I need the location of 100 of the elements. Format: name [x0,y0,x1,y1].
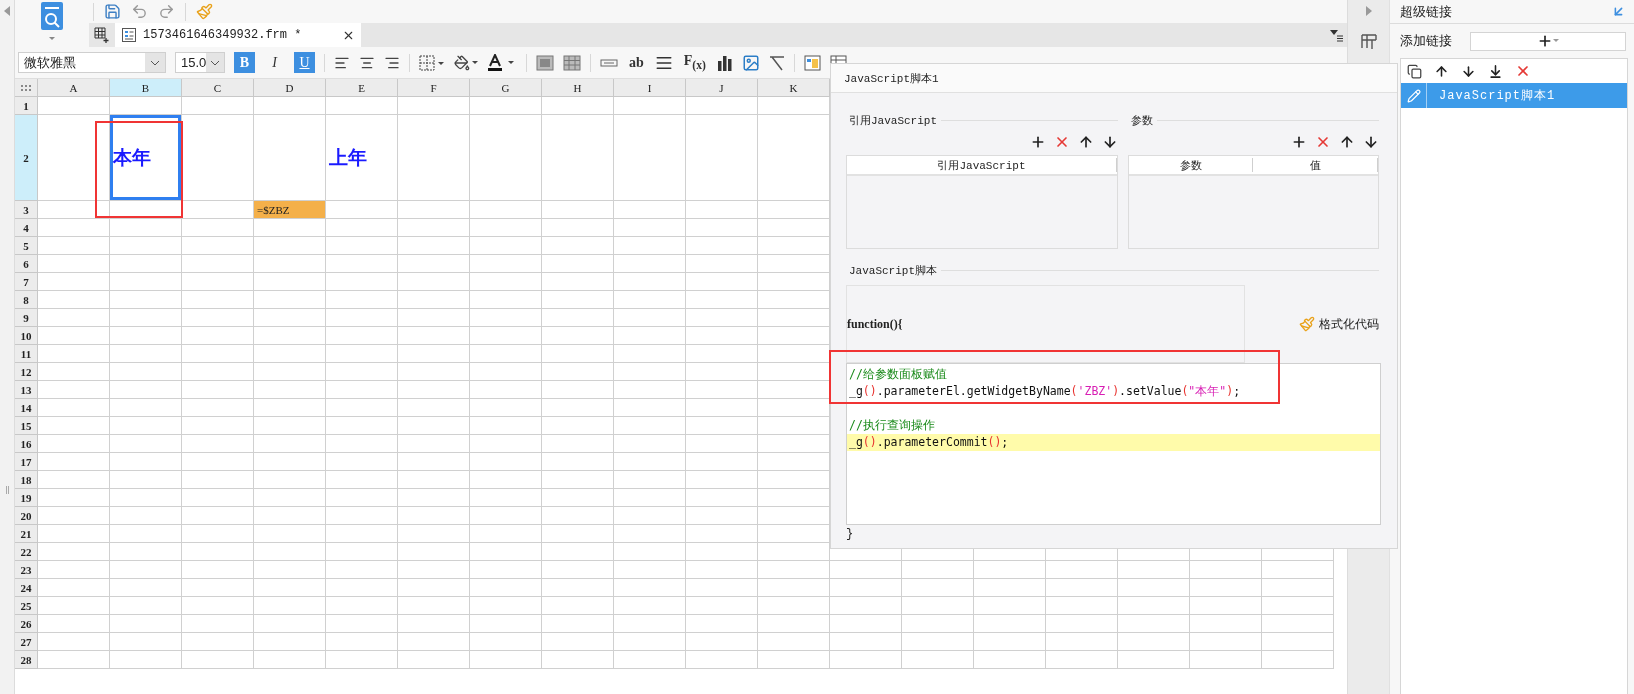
sheet-cell[interactable] [254,507,326,525]
sheet-cell[interactable] [398,309,470,327]
sheet-cell[interactable] [542,453,614,471]
sheet-cell[interactable] [902,561,974,579]
sheet-cell[interactable] [614,471,686,489]
sheet-cell[interactable] [38,363,110,381]
sheet-cell[interactable] [542,255,614,273]
sheet-cell[interactable] [254,417,326,435]
sheet-cell[interactable] [110,219,182,237]
sheet-cell[interactable] [470,327,542,345]
move-to-bottom-icon[interactable] [1488,63,1503,79]
sheet-cell[interactable] [974,615,1046,633]
sheet-cell[interactable] [758,345,830,363]
sheet-cell[interactable] [326,579,398,597]
sheet-cell[interactable] [1118,597,1190,615]
sheet-cell[interactable] [542,345,614,363]
sheet-cell[interactable] [182,435,254,453]
sheet-cell[interactable] [182,507,254,525]
sheet-cell[interactable] [470,525,542,543]
sheet-cell[interactable] [326,597,398,615]
sheet-cell[interactable] [110,507,182,525]
sheet-cell[interactable] [182,453,254,471]
bar-chart-icon[interactable] [716,54,733,71]
column-header[interactable]: C [182,79,254,97]
sheet-cell[interactable] [830,579,902,597]
sheet-cell[interactable] [686,97,758,115]
sheet-cell[interactable] [398,381,470,399]
sheet-cell[interactable] [1118,561,1190,579]
sheet-cell[interactable] [254,651,326,669]
sheet-cell[interactable] [38,309,110,327]
sheet-cell[interactable] [542,219,614,237]
sheet-cell[interactable] [686,543,758,561]
sheet-cell[interactable] [398,633,470,651]
sheet-cell[interactable] [398,435,470,453]
column-header[interactable]: K [758,79,830,97]
sheet-cell[interactable] [470,615,542,633]
sheet-cell[interactable] [542,579,614,597]
sheet-cell[interactable] [326,417,398,435]
sheet-cell[interactable] [686,525,758,543]
sheet-cell[interactable] [38,453,110,471]
sheet-cell[interactable] [38,579,110,597]
sheet-cell[interactable] [542,273,614,291]
sheet-cell[interactable] [542,291,614,309]
sheet-cell[interactable] [614,363,686,381]
sheet-cell[interactable] [38,255,110,273]
sheet-cell[interactable] [254,345,326,363]
sheet-cell[interactable] [1118,633,1190,651]
sheet-cell[interactable] [182,273,254,291]
sheet-cell[interactable] [110,597,182,615]
sheet-cell[interactable] [38,633,110,651]
column-header[interactable]: B [110,79,182,97]
sheet-cell[interactable] [470,309,542,327]
row-header[interactable]: 19 [15,489,38,507]
sheet-cell[interactable] [614,399,686,417]
sheet-cell[interactable] [110,291,182,309]
sheet-cell[interactable] [686,633,758,651]
sheet-cell[interactable] [470,561,542,579]
sheet-cell[interactable] [38,237,110,255]
sheet-cell[interactable] [1118,615,1190,633]
sheet-cell[interactable] [470,633,542,651]
sheet-cell[interactable] [542,507,614,525]
sheet-cell[interactable] [686,507,758,525]
sheet-cell[interactable] [470,579,542,597]
font-size-select[interactable]: 15.0 [175,52,225,73]
move-up-icon[interactable] [1434,63,1449,79]
sheet-cell[interactable] [614,327,686,345]
sheet-cell[interactable] [686,345,758,363]
sheet-cell[interactable] [1190,651,1262,669]
sheet-cell[interactable] [254,471,326,489]
sheet-cell[interactable] [830,615,902,633]
sheet-cell[interactable] [398,363,470,381]
row-header[interactable]: 9 [15,309,38,327]
sheet-cell[interactable] [110,435,182,453]
sheet-cell[interactable] [398,237,470,255]
row-header[interactable]: 24 [15,579,38,597]
sheet-cell[interactable] [326,399,398,417]
sheet-cell[interactable] [686,615,758,633]
sheet-cell[interactable] [398,291,470,309]
sheet-cell[interactable] [542,597,614,615]
sheet-cell[interactable] [470,237,542,255]
undo-icon[interactable] [131,3,148,20]
sheet-cell[interactable] [1118,579,1190,597]
sheet-cell[interactable] [686,309,758,327]
sheet-cell[interactable] [1262,597,1334,615]
sheet-cell[interactable] [254,327,326,345]
move-down-icon[interactable] [1461,63,1476,79]
sheet-cell[interactable] [614,453,686,471]
sheet-cell[interactable] [470,399,542,417]
sheet-cell[interactable] [1190,561,1262,579]
sheet-cell[interactable] [254,453,326,471]
sheet-cell[interactable] [974,651,1046,669]
sheet-cell[interactable] [398,489,470,507]
sheet-cell[interactable] [470,345,542,363]
sheet-cell[interactable] [398,561,470,579]
sheet-cell[interactable] [686,115,758,201]
sheet-cell[interactable] [254,381,326,399]
sheet-cell[interactable] [470,381,542,399]
sheet-cell[interactable] [254,435,326,453]
sheet-cell[interactable] [110,309,182,327]
sheet-cell[interactable] [974,597,1046,615]
